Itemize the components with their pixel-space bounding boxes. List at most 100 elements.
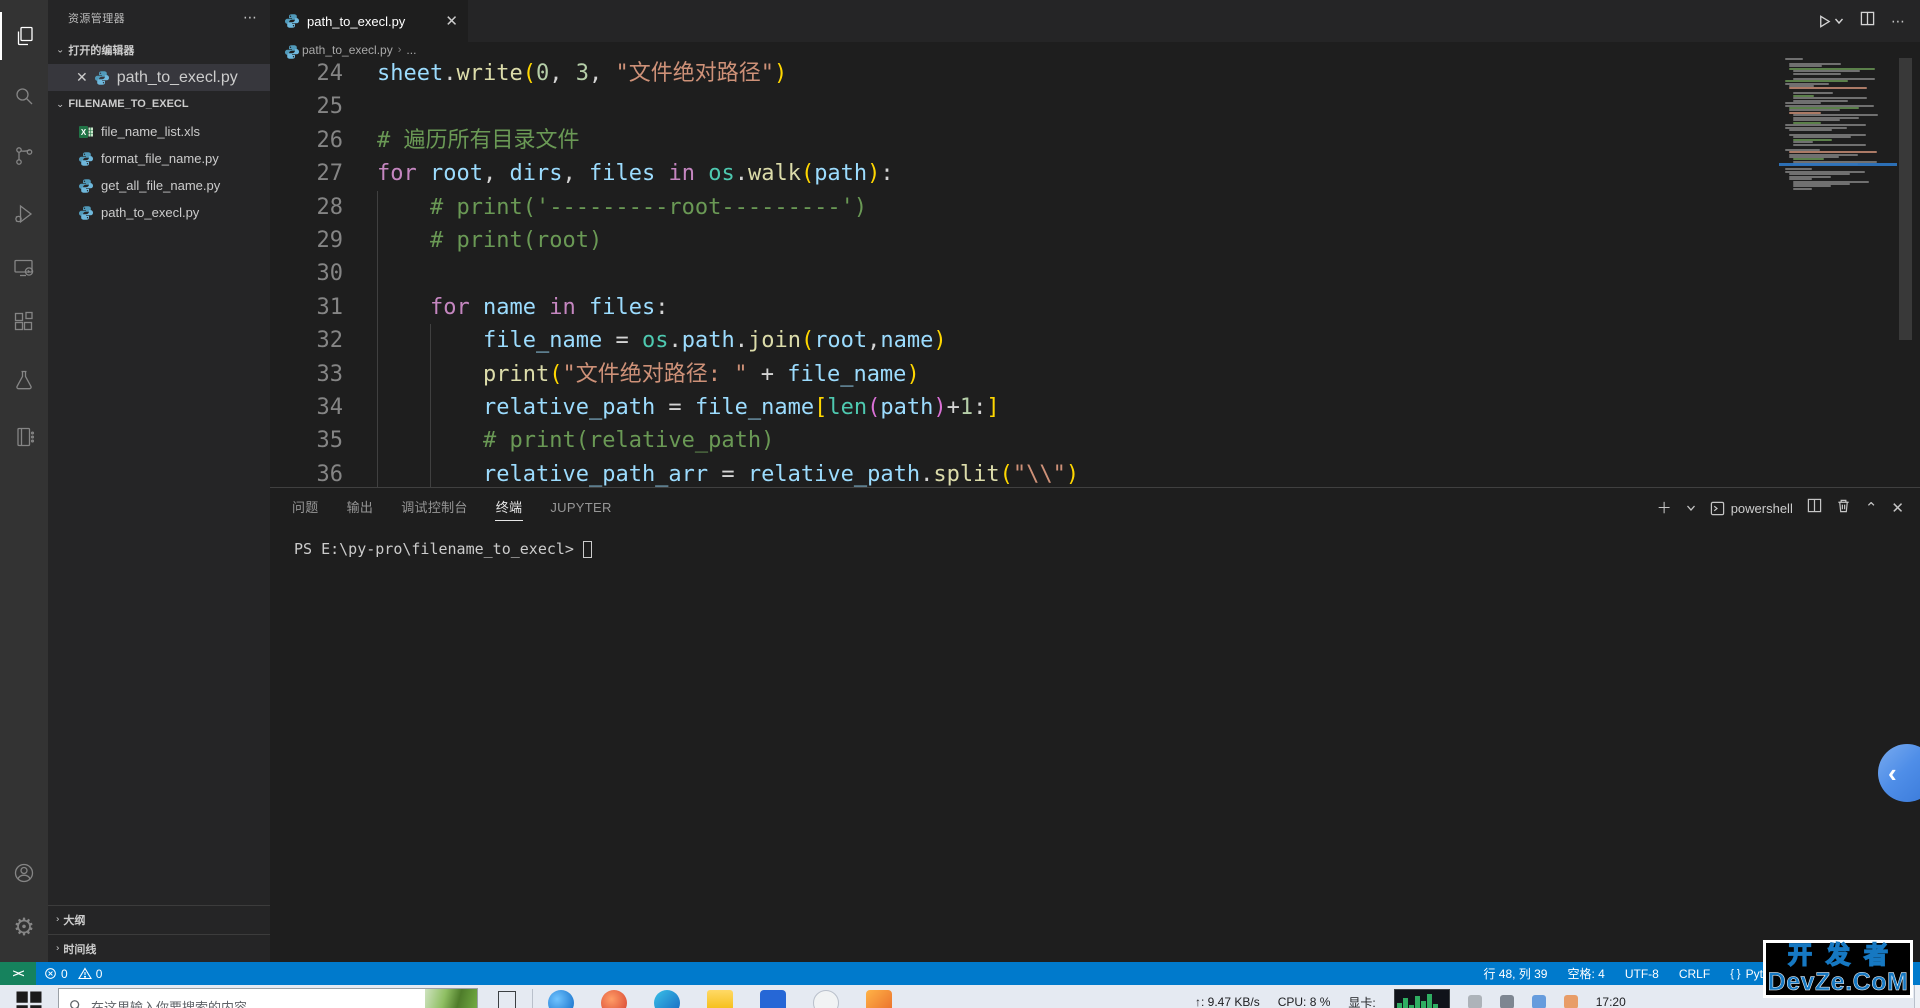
- shell-selector[interactable]: powershell: [1710, 501, 1793, 516]
- activity-test-flask-icon[interactable]: [0, 356, 48, 404]
- activity-notebook-icon[interactable]: [0, 413, 48, 461]
- file-item-path_to_execl.py[interactable]: path_to_execl.py: [48, 199, 270, 226]
- chevron-left-icon: ‹: [1888, 760, 1897, 786]
- code-line-34: 34relative_path = file_name[len(path)+1:…: [270, 391, 1775, 424]
- gpu-meter[interactable]: [1394, 989, 1450, 1008]
- windows-taskbar: 在这里输入你要搜索的内容 ↑: 9.47 KB/s CPU: 8 % 显卡: 1…: [0, 985, 1920, 1008]
- close-icon[interactable]: ✕: [76, 69, 88, 86]
- tab-path-to-execl[interactable]: path_to_execl.py ✕: [270, 0, 468, 42]
- tab-close-icon[interactable]: ✕: [445, 12, 458, 30]
- terminal[interactable]: PS E:\py-pro\filename_to_execl>: [294, 540, 592, 558]
- taskbar-search-box[interactable]: 在这里输入你要搜索的内容: [58, 988, 478, 1008]
- show-desktop-button[interactable]: [1914, 985, 1920, 1008]
- taskbar-separator: [532, 989, 533, 1008]
- open-editors-section[interactable]: ⌄ 打开的编辑器: [48, 38, 270, 62]
- open-editors-label: 打开的编辑器: [68, 42, 134, 58]
- code-editor[interactable]: 24sheet.write(0, 3, "文件绝对路径")2526# 遍历所有目…: [270, 57, 1775, 487]
- code-line-29: 29# print(root): [270, 224, 1775, 257]
- cpu-usage[interactable]: CPU: 8 %: [1278, 995, 1331, 1008]
- eol-sequence[interactable]: CRLF: [1679, 967, 1710, 981]
- new-terminal-button[interactable]: ＋: [1657, 501, 1672, 516]
- python-file-icon: [78, 205, 94, 221]
- search-icon: [69, 999, 83, 1008]
- editor-scrollbar[interactable]: [1897, 0, 1914, 487]
- file-item-format_file_name.py[interactable]: format_file_name.py: [48, 145, 270, 172]
- activity-files-icon[interactable]: [0, 12, 48, 60]
- chevron-down-icon: ⌄: [56, 99, 64, 109]
- panel-tab-调试控制台[interactable]: 调试控制台: [391, 488, 478, 528]
- search-highlight-image[interactable]: [425, 989, 477, 1008]
- tray-icon[interactable]: [1468, 995, 1482, 1008]
- error-icon: [44, 967, 57, 980]
- code-line-24: 24sheet.write(0, 3, "文件绝对路径"): [270, 57, 1775, 90]
- taskbar-app-app-orange[interactable]: [866, 990, 892, 1008]
- taskbar-app-app-teal[interactable]: [654, 990, 680, 1008]
- breadcrumb-symbol[interactable]: ...: [406, 43, 416, 57]
- chevron-right-icon: ›: [56, 944, 59, 954]
- activity-search-icon[interactable]: [0, 72, 48, 120]
- tray-icon[interactable]: [1500, 995, 1514, 1008]
- chevron-down-icon[interactable]: [1686, 503, 1696, 513]
- start-button[interactable]: [14, 989, 44, 1008]
- terminal-cursor: [583, 541, 592, 558]
- activity-settings-gear-icon[interactable]: ⚙: [0, 904, 48, 952]
- taskbar-app-folder[interactable]: [707, 990, 733, 1008]
- search-placeholder: 在这里输入你要搜索的内容: [91, 997, 247, 1008]
- close-panel-button[interactable]: ✕: [1891, 501, 1904, 516]
- file-item-get_all_file_name.py[interactable]: get_all_file_name.py: [48, 172, 270, 199]
- panel-tab-输出[interactable]: 输出: [337, 488, 384, 528]
- status-bar: >< 0 0 行 48, 列 39 空格: 4 UTF-8 CRLF { } P…: [0, 962, 1920, 985]
- chevron-right-icon: ›: [56, 915, 59, 925]
- scrollbar-slider[interactable]: [1899, 57, 1912, 340]
- line-number: 27: [270, 157, 343, 190]
- kill-terminal-button[interactable]: [1836, 498, 1851, 518]
- breadcrumb[interactable]: path_to_execl.py › ...: [270, 42, 1920, 58]
- minimap-current-line: [1779, 163, 1897, 166]
- activity-source-control-icon[interactable]: [0, 132, 48, 180]
- maximize-panel-button[interactable]: ⌃: [1865, 501, 1878, 516]
- activity-extensions-icon[interactable]: [0, 298, 48, 346]
- taskbar-app-browser-red[interactable]: [601, 990, 627, 1008]
- explorer-more-actions-icon[interactable]: ⋯: [243, 9, 258, 26]
- minimap[interactable]: [1779, 0, 1897, 487]
- tray-icon[interactable]: [1564, 995, 1578, 1008]
- outline-section[interactable]: › 大纲: [48, 905, 270, 933]
- taskbar-app-app-light[interactable]: [813, 990, 839, 1008]
- warning-icon: [78, 967, 92, 980]
- activity-account-icon[interactable]: [0, 849, 48, 897]
- task-view-button[interactable]: [498, 991, 516, 1008]
- panel-tab-JUPYTER[interactable]: JUPYTER: [540, 488, 621, 528]
- activity-bar: ⚙: [0, 0, 48, 962]
- timeline-section[interactable]: › 时间线: [48, 934, 270, 962]
- python-file-icon: [284, 44, 297, 57]
- line-number: 25: [270, 90, 343, 123]
- line-number: 28: [270, 191, 343, 224]
- tab-label: path_to_execl.py: [307, 14, 437, 29]
- vscode-window: ⚙ 资源管理器 ⋯ ⌄ 打开的编辑器 ✕ path_to_execl.py ⌄ …: [0, 0, 1920, 1008]
- gpu-label[interactable]: 显卡:: [1348, 994, 1375, 1008]
- network-speed[interactable]: ↑: 9.47 KB/s: [1195, 995, 1260, 1008]
- remote-indicator[interactable]: ><: [0, 962, 36, 985]
- warning-count: 0: [96, 967, 103, 981]
- indentation[interactable]: 空格: 4: [1568, 965, 1605, 982]
- taskbar-app-edge[interactable]: [548, 990, 574, 1008]
- panel-tab-终端[interactable]: 终端: [486, 488, 533, 528]
- cursor-position[interactable]: 行 48, 列 39: [1483, 965, 1547, 982]
- folder-section[interactable]: ⌄ FILENAME_TO_EXECL: [48, 92, 270, 116]
- clock[interactable]: 17:20: [1596, 995, 1626, 1008]
- breadcrumb-file[interactable]: path_to_execl.py: [302, 43, 393, 57]
- tab-bar: path_to_execl.py ✕: [270, 0, 1920, 42]
- panel-tab-问题[interactable]: 问题: [282, 488, 329, 528]
- activity-run-debug-icon[interactable]: [0, 190, 48, 238]
- tray-icon[interactable]: [1532, 995, 1546, 1008]
- panel-tabs: 问题输出调试控制台终端JUPYTER: [282, 488, 622, 528]
- taskbar-app-app-blue[interactable]: [760, 990, 786, 1008]
- split-terminal-button[interactable]: [1807, 498, 1822, 518]
- activity-remote-explorer-icon[interactable]: [0, 244, 48, 292]
- file-item-file_name_list.xls[interactable]: Xfile_name_list.xls: [48, 118, 270, 145]
- problems-status[interactable]: 0 0: [44, 962, 102, 985]
- bottom-panel: 问题输出调试控制台终端JUPYTER ＋ powershell ⌃ ✕ PS E…: [270, 487, 1920, 962]
- encoding[interactable]: UTF-8: [1625, 967, 1659, 981]
- code-line-36: 36relative_path_arr = relative_path.spli…: [270, 458, 1775, 487]
- open-editor-item[interactable]: ✕ path_to_execl.py: [48, 64, 270, 91]
